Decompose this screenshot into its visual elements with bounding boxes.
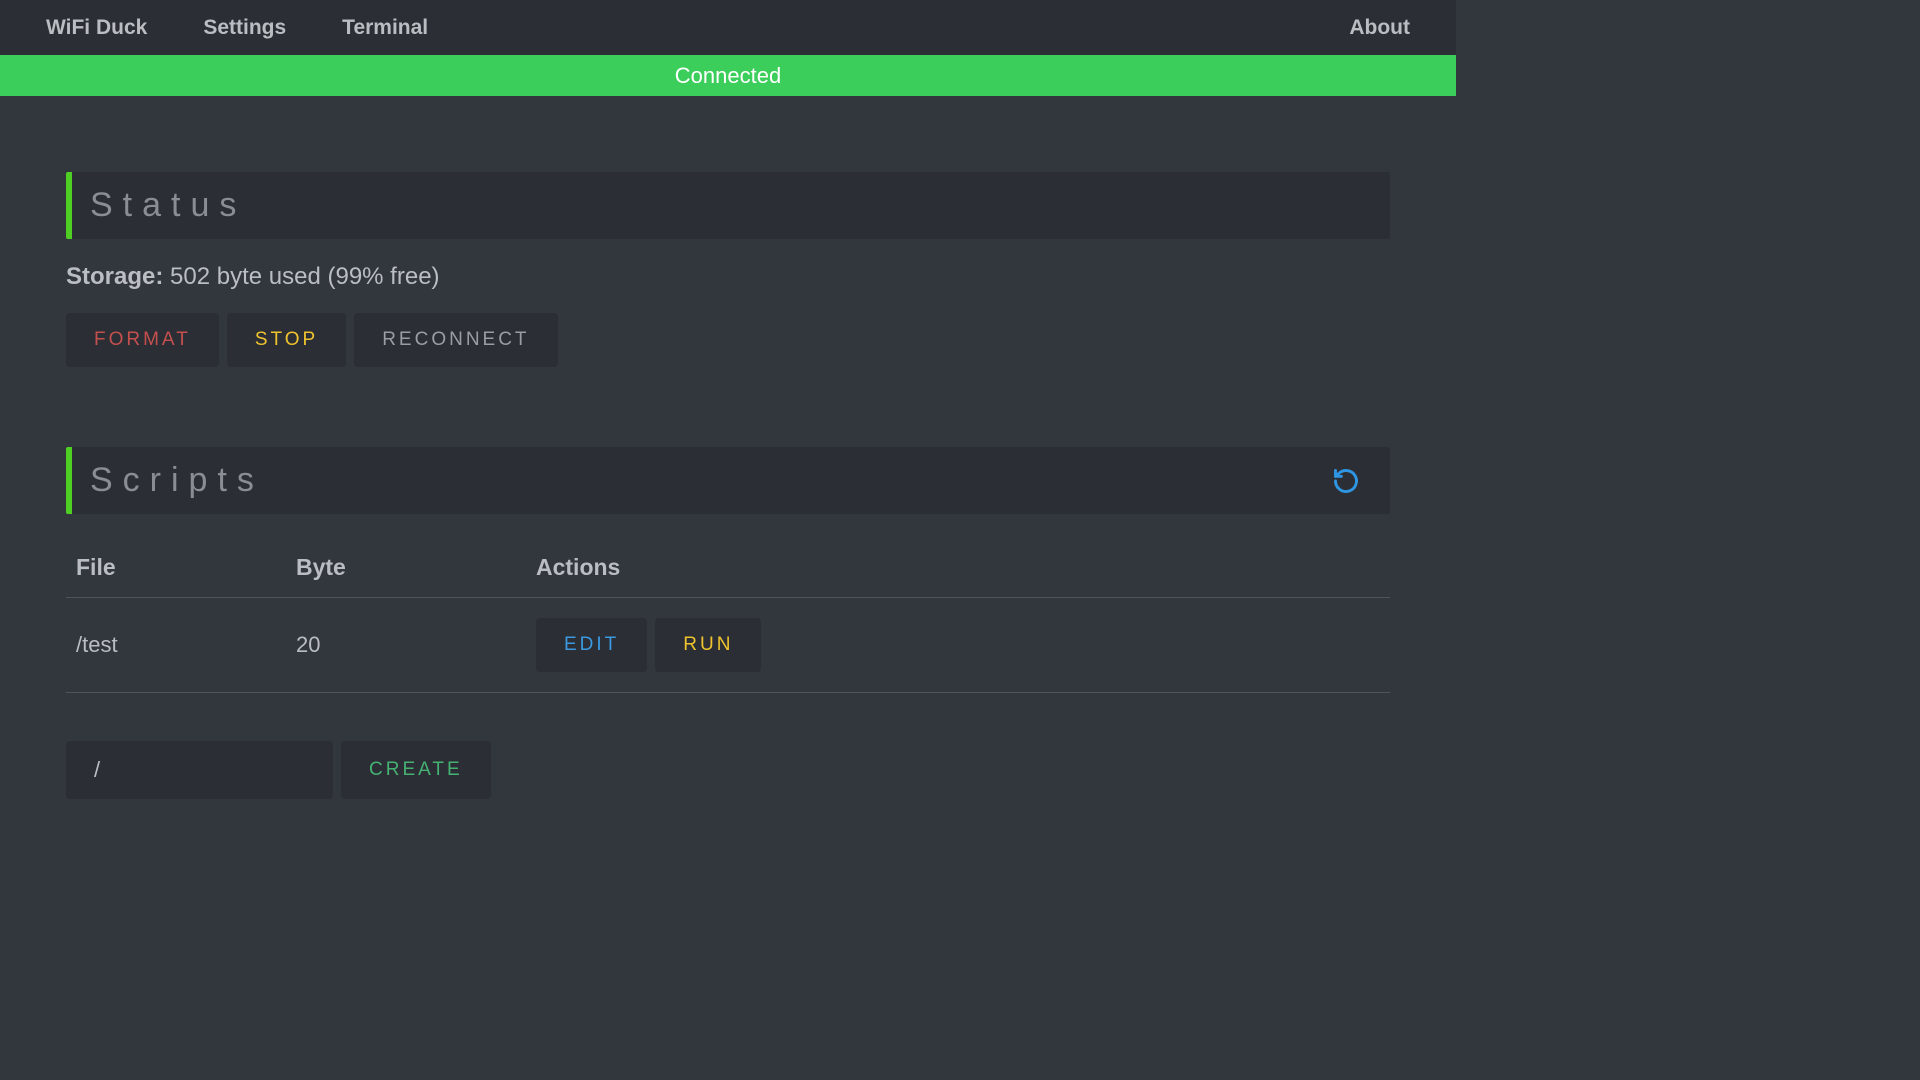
storage-label: Storage: [66,263,163,290]
storage-info: Storage: 502 byte used (99% free) [66,263,1390,291]
new-file-input[interactable] [66,741,333,799]
nav-right: About [1323,2,1436,54]
cell-file: /test [66,598,286,693]
run-button[interactable]: RUN [655,618,761,672]
connection-status-banner: Connected [0,55,1456,96]
format-button[interactable]: FORMAT [66,313,219,367]
connection-status-text: Connected [675,63,781,89]
scripts-table: File Byte Actions /test 20 EDIT RUN [66,538,1390,693]
column-header-byte: Byte [286,538,526,598]
nav-wifi-duck[interactable]: WiFi Duck [20,2,173,54]
scripts-heading: Scripts [90,461,264,500]
create-button[interactable]: CREATE [341,741,491,799]
nav-left: WiFi Duck Settings Terminal [20,2,454,54]
nav-terminal[interactable]: Terminal [316,2,454,54]
cell-actions: EDIT RUN [526,598,1390,693]
column-header-actions: Actions [526,538,1390,598]
status-button-row: FORMAT STOP RECONNECT [66,313,1390,367]
create-row: CREATE [66,741,1390,799]
cell-byte: 20 [286,598,526,693]
stop-button[interactable]: STOP [227,313,346,367]
table-row: /test 20 EDIT RUN [66,598,1390,693]
main-content: Status Storage: 502 byte used (99% free)… [0,96,1456,819]
edit-button[interactable]: EDIT [536,618,647,672]
status-heading: Status [90,186,246,225]
scripts-section-header: Scripts [66,447,1390,514]
column-header-file: File [66,538,286,598]
status-section-header: Status [66,172,1390,239]
nav-about[interactable]: About [1323,2,1436,54]
storage-value: 502 byte used (99% free) [170,263,440,290]
refresh-icon[interactable] [1332,467,1372,495]
navbar: WiFi Duck Settings Terminal About [0,0,1456,55]
nav-settings[interactable]: Settings [177,2,312,54]
reconnect-button[interactable]: RECONNECT [354,313,557,367]
